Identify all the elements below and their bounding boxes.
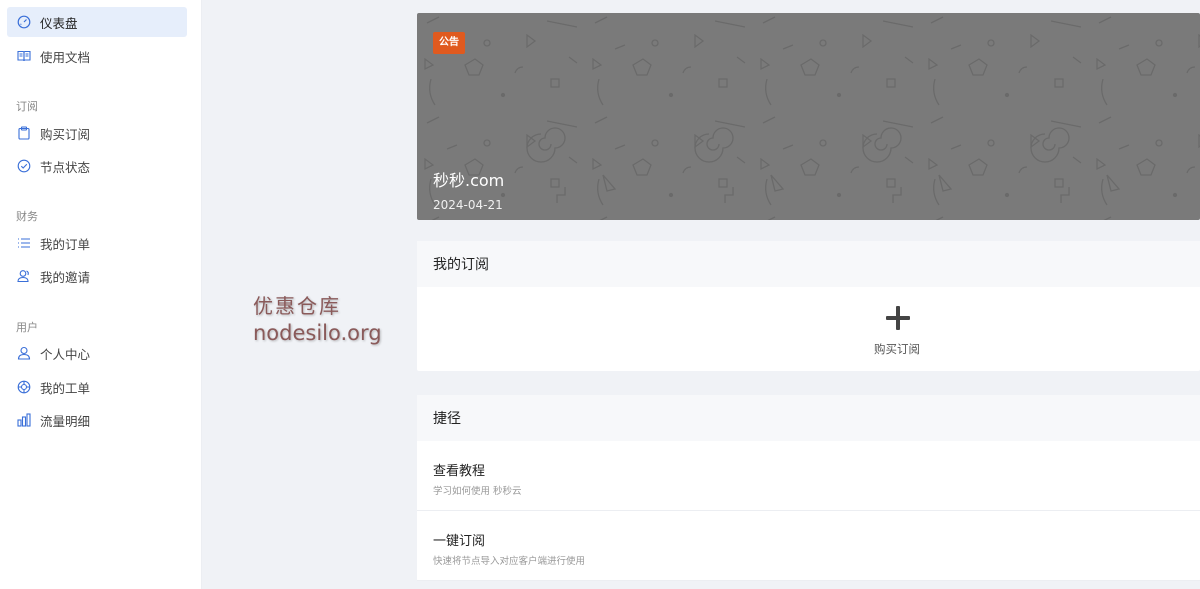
sidebar-item-tickets[interactable]: 我的工单 <box>7 372 187 402</box>
shortcuts-card: 捷径 查看教程 学习如何使用 秒秒云 一键订阅 快速将节点导入对应客户端进行使用 <box>417 395 1200 581</box>
sidebar-item-label: 个人中心 <box>40 346 91 362</box>
announcement-date: 2024-04-21 <box>433 198 503 212</box>
announcement-banner[interactable]: 公告 秒秒.com 2024-04-21 <box>417 13 1200 220</box>
banner-pattern <box>417 13 1200 220</box>
sidebar: 仪表盘 使用文档 订阅 购买订阅 节点状态 财务 我的订单 我的邀请 用户 个人… <box>0 0 202 589</box>
clipboard-icon <box>17 126 31 140</box>
shortcut-desc: 学习如何使用 秒秒云 <box>433 486 522 497</box>
app-root: 仪表盘 使用文档 订阅 购买订阅 节点状态 财务 我的订单 我的邀请 用户 个人… <box>0 0 1200 589</box>
sidebar-item-label: 我的工单 <box>40 380 91 396</box>
sidebar-item-label: 使用文档 <box>40 49 91 65</box>
my-subscription-card: 我的订阅 购买订阅 <box>417 241 1200 371</box>
sidebar-item-orders[interactable]: 我的订单 <box>7 228 187 258</box>
book-icon <box>17 49 31 63</box>
watermark-url: nodesilo.org <box>253 321 382 345</box>
sidebar-item-node-status[interactable]: 节点状态 <box>7 151 187 181</box>
shortcut-title: 一键订阅 <box>433 534 486 549</box>
users-icon <box>17 269 31 283</box>
lifebuoy-icon <box>17 380 31 394</box>
watermark: 优惠仓库 nodesilo.org <box>253 290 382 345</box>
card-title: 我的订阅 <box>417 241 1200 287</box>
buy-subscription-button[interactable]: 购买订阅 <box>417 287 1200 371</box>
check-circle-icon <box>17 159 31 173</box>
shortcut-title: 查看教程 <box>433 464 486 479</box>
sidebar-item-label: 节点状态 <box>40 159 91 175</box>
watermark-text: 优惠仓库 <box>253 294 341 318</box>
announcement-title: 秒秒.com <box>433 171 505 190</box>
announcement-badge: 公告 <box>433 32 465 54</box>
sidebar-item-dashboard[interactable]: 仪表盘 <box>7 7 187 37</box>
plus-icon <box>885 305 911 331</box>
list-icon <box>17 236 31 250</box>
main-content: 公告 秒秒.com 2024-04-21 我的订阅 购买订阅 捷径 查看教程 学… <box>417 0 1200 589</box>
sidebar-item-buy-subscription[interactable]: 购买订阅 <box>7 118 187 148</box>
sidebar-item-traffic[interactable]: 流量明细 <box>7 405 187 435</box>
dashboard-icon <box>17 15 31 29</box>
sidebar-item-invite[interactable]: 我的邀请 <box>7 261 187 291</box>
bar-chart-icon <box>17 413 31 427</box>
section-label-user: 用户 <box>16 321 38 334</box>
shortcut-view-tutorial[interactable]: 查看教程 学习如何使用 秒秒云 <box>417 441 1200 511</box>
sidebar-item-label: 仪表盘 <box>40 15 78 31</box>
sidebar-item-label: 我的邀请 <box>40 269 91 285</box>
section-label-finance: 财务 <box>16 210 38 223</box>
shortcut-desc: 快速将节点导入对应客户端进行使用 <box>433 556 586 567</box>
sidebar-item-label: 流量明细 <box>40 413 91 429</box>
card-title: 捷径 <box>417 395 1200 441</box>
sidebar-item-profile[interactable]: 个人中心 <box>7 338 187 368</box>
buy-subscription-label: 购买订阅 <box>874 342 920 356</box>
sidebar-item-label: 我的订单 <box>40 236 91 252</box>
sidebar-item-docs[interactable]: 使用文档 <box>7 41 187 71</box>
sidebar-item-label: 购买订阅 <box>40 126 91 142</box>
section-label-subscription: 订阅 <box>16 100 38 113</box>
shortcut-one-click-subscribe[interactable]: 一键订阅 快速将节点导入对应客户端进行使用 <box>417 511 1200 581</box>
user-icon <box>17 346 31 360</box>
